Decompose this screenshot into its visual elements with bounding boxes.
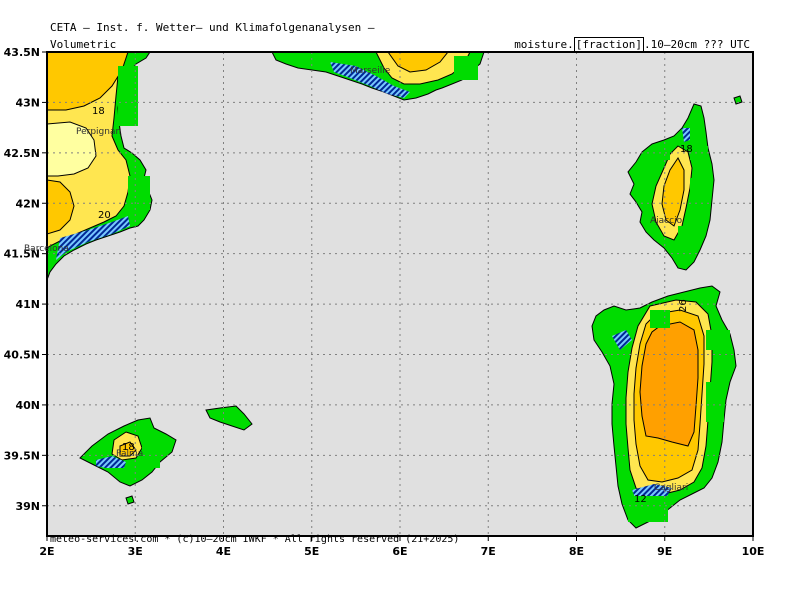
lon-label: 9E [657,545,672,558]
cabrera-islet [125,495,135,505]
lat-label: 41N [15,298,40,311]
lat-label: 40N [15,399,40,412]
grid-square [142,444,160,468]
label-perpignan: Perpignan [76,127,121,137]
lat-label: 42N [15,197,40,210]
grid-square [454,56,478,80]
contour-label: 26 [678,299,689,312]
contour-label: 12 [634,494,647,505]
lat-label: 40.5N [4,349,40,362]
lon-label: 2E [39,545,54,558]
contour-label: 18 [680,144,693,155]
lat-label: 39N [15,500,40,513]
grid-square [706,330,730,350]
grid-square [128,176,150,210]
grid-square [706,382,724,422]
grid-square [690,178,708,214]
contour-label: 18 [122,442,135,453]
lon-label: 5E [304,545,319,558]
lon-label: 10E [742,545,765,558]
lat-label: 39.5N [4,449,40,462]
copyright-footer: meteo-services.com * (c)10—20cm IWKF * A… [50,534,460,545]
lat-label: 42.5N [4,147,40,160]
label-marseille: Marseille [350,66,391,76]
lon-label: 7E [481,545,496,558]
lon-label: 8E [569,545,584,558]
grid-square [650,310,670,328]
lat-label: 43.5N [4,46,40,59]
label-barcelona: Barcelona [24,244,69,254]
label-ajaccio: Ajaccio [650,216,683,226]
map-canvas: 2E 3E 4E 5E 6E 7E 8E 9E 10E43.5N43N42.5N42N41.5N… [4,46,765,558]
grid-square [118,106,138,126]
moisture-orange-sardinia [639,321,699,447]
lon-label: 4E [216,545,231,558]
lat-label: 43N [15,96,40,109]
contour-label: 20 [98,210,111,221]
lon-label: 3E [128,545,143,558]
label-cagliari: Cagliari [654,483,688,493]
lon-label: 6E [392,545,407,558]
map-figure: CETA — Inst. f. Wetter— und Klimafolgena… [0,0,800,600]
grid-square [678,226,700,246]
contour-label: 18 [92,106,105,117]
